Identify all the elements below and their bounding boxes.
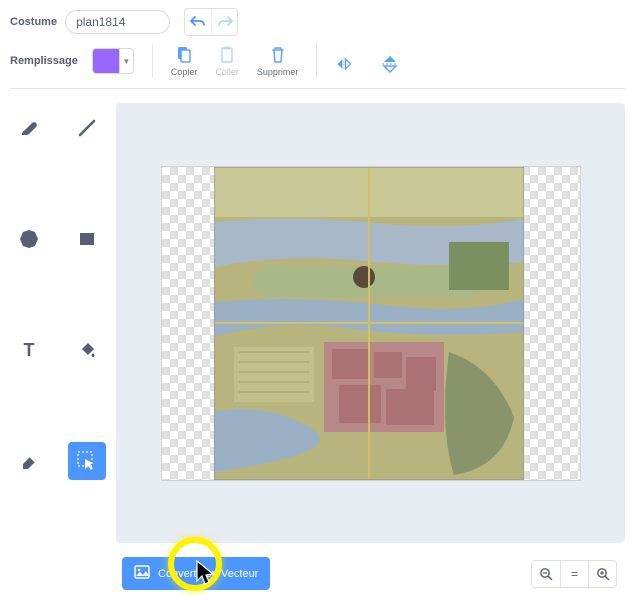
redo-button[interactable]	[211, 9, 237, 35]
svg-text:T: T	[24, 340, 35, 360]
costume-name-input[interactable]	[65, 10, 170, 34]
flip-vertical-button[interactable]	[381, 49, 399, 73]
costume-image[interactable]	[214, 167, 524, 480]
fill-color-swatch	[93, 49, 119, 73]
brush-tool[interactable]	[10, 109, 48, 147]
undo-button[interactable]	[185, 9, 211, 35]
text-tool[interactable]: T	[10, 331, 48, 369]
trash-icon	[269, 46, 287, 64]
chevron-down-icon: ▼	[119, 49, 133, 73]
flip-horizontal-button[interactable]	[335, 49, 353, 73]
paste-button: Coller	[215, 46, 239, 77]
line-tool[interactable]	[68, 109, 106, 147]
convert-to-vector-button[interactable]: Convertir en Vecteur	[122, 557, 270, 590]
canvas-checkerboard	[161, 166, 581, 481]
paste-icon	[218, 46, 236, 64]
image-icon	[134, 565, 150, 582]
zoom-out-button[interactable]	[532, 561, 560, 587]
delete-button[interactable]: Supprimer	[257, 46, 299, 77]
fill-tool[interactable]	[68, 331, 106, 369]
copy-button[interactable]: Copier	[171, 46, 198, 77]
zoom-reset-button[interactable]: =	[560, 561, 588, 587]
canvas-area[interactable]	[116, 103, 625, 543]
flip-vertical-icon	[381, 55, 399, 73]
copy-icon	[175, 46, 193, 64]
tool-palette: T	[10, 103, 106, 543]
costume-label: Costume	[10, 16, 57, 28]
zoom-controls: =	[531, 560, 617, 588]
flip-horizontal-icon	[335, 55, 353, 73]
fill-label: Remplissage	[10, 55, 78, 67]
fill-color-picker[interactable]: ▼	[92, 48, 134, 74]
eraser-tool[interactable]	[10, 442, 48, 480]
zoom-in-button[interactable]	[588, 561, 616, 587]
circle-tool[interactable]	[10, 220, 48, 258]
rect-tool[interactable]	[68, 220, 106, 258]
select-tool[interactable]	[68, 442, 106, 480]
